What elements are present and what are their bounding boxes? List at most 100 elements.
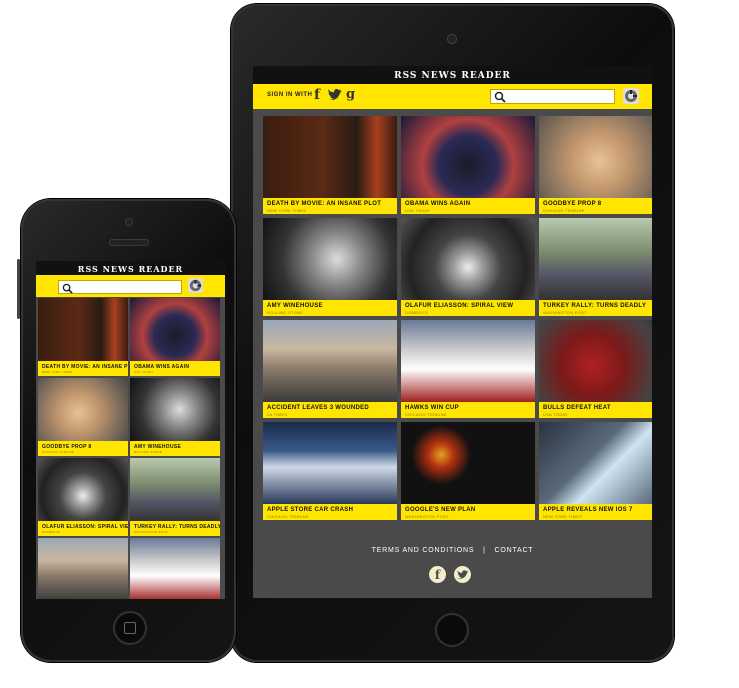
article-tile[interactable]: DEATH BY MOVIE: AN INSANE PLOTNEW YORK T… <box>38 298 128 376</box>
footer-separator: | <box>483 547 486 554</box>
article-image <box>38 298 128 361</box>
article-tile[interactable]: GOODBYE PROP 8 CHICAGO TRIBUNE <box>38 378 128 456</box>
article-tile[interactable]: OBAMA WINS AGAIN USA TODAY <box>401 116 535 214</box>
article-tile[interactable]: APPLE REVEALS NEW IOS 7 NEW YORK TIMES <box>539 422 652 520</box>
article-source: USA TODAY <box>134 370 154 374</box>
article-source: USA TODAY <box>543 412 569 417</box>
article-tile[interactable]: ACCIDENT LEAVES 3 WOUNDED LA TIMES <box>263 320 397 418</box>
article-source: CHICAGO TRIBUNE <box>267 514 309 519</box>
home-button[interactable] <box>113 611 147 645</box>
article-source: CHICAGO TRIBUNE <box>543 208 585 213</box>
phone-side-buttons <box>17 259 20 319</box>
article-title: BULLS DEFEAT HEAT <box>543 405 611 411</box>
article-tile[interactable]: TURKEY RALLY: TURNS DEADLY WASHINGTON POS… <box>539 218 652 316</box>
article-image <box>539 218 652 300</box>
article-image <box>401 422 535 504</box>
header-bar: SIGN IN WITH f g <box>253 84 652 109</box>
home-button-square <box>124 622 136 634</box>
footer-twitter-icon[interactable] <box>454 566 471 583</box>
article-source: USA TODAY <box>405 208 431 213</box>
article-source: ROLLING STONE <box>134 450 163 454</box>
article-title: HAWKS WIN CUP <box>405 405 459 411</box>
app-logo-icon[interactable] <box>188 278 203 293</box>
terms-link[interactable]: TERMS AND CONDITIONS <box>372 547 475 554</box>
article-image <box>38 538 128 599</box>
article-tile[interactable]: HAWKS WIN CUP CHICAGO TRIBUNE <box>401 320 535 418</box>
article-title: APPLE REVEALS NEW IOS 7 <box>543 507 633 513</box>
article-source: NEW YORK TIMES <box>543 514 583 519</box>
front-camera <box>447 34 457 44</box>
google-icon[interactable]: g <box>346 87 355 102</box>
article-tile[interactable]: GOODBYE PROP 8 CHICAGO TRIBUNE <box>539 116 652 214</box>
article-tile[interactable]: AMY WINEHOUSE ROLLING STONE <box>130 378 220 456</box>
article-title: TURKEY RALLY: TURNS DEADLY <box>543 303 647 309</box>
article-image <box>263 116 397 198</box>
article-tile[interactable]: APPLE STORE CAR CRASH CHICAGO TRIBUNE <box>263 422 397 520</box>
footer-links: TERMS AND CONDITIONS | CONTACT <box>253 547 652 554</box>
speaker-grille <box>109 239 149 246</box>
article-tile[interactable]: BULLS DEFEAT HEAT USA TODAY <box>539 320 652 418</box>
phone-device: RSS NEWS READER DEATH BY MOVIE: AN INSAN… <box>17 199 236 662</box>
header-bar <box>36 275 225 297</box>
search-input[interactable] <box>58 280 182 294</box>
article-title: AMY WINEHOUSE <box>267 303 323 309</box>
article-image <box>401 320 535 402</box>
article-tile[interactable]: DEATH BY MOVIE: AN INSANE PLOTNEW YORK T… <box>263 116 397 214</box>
phone-screen: RSS NEWS READER DEATH BY MOVIE: AN INSAN… <box>36 261 225 599</box>
article-source: CHICAGO TRIBUNE <box>42 450 75 454</box>
article-image <box>130 538 220 599</box>
article-title: APPLE STORE CAR CRASH <box>267 507 354 513</box>
article-source: NEW YORK TIMES <box>267 208 307 213</box>
article-source: ROLLING STONE <box>267 310 304 315</box>
article-tile[interactable]: OBAMA WINS AGAIN USA TODAY <box>130 298 220 376</box>
article-source: WASHINGTON POST <box>405 514 449 519</box>
article-image <box>401 218 535 300</box>
article-title: GOOGLE'S NEW PLAN <box>405 507 476 513</box>
article-tile[interactable] <box>130 538 220 599</box>
contact-link[interactable]: CONTACT <box>494 547 533 554</box>
article-title: GOODBYE PROP 8 <box>543 201 602 207</box>
article-image <box>263 218 397 300</box>
article-source: DOMBSITE <box>42 530 61 534</box>
article-tile[interactable]: GOOGLE'S NEW PLAN WASHINGTON POST <box>401 422 535 520</box>
article-tile[interactable]: TURKEY RALLY: TURNS DEADLY WASHINGTON POS… <box>130 458 220 536</box>
article-tile[interactable]: OLAFUR ELIASSON: SPIRAL VIEW DOMBSITE <box>401 218 535 316</box>
article-image <box>539 116 652 198</box>
article-grid: DEATH BY MOVIE: AN INSANE PLOTNEW YORK T… <box>38 298 223 599</box>
article-image <box>263 422 397 504</box>
article-tile[interactable] <box>38 538 128 599</box>
front-camera <box>125 218 133 226</box>
facebook-icon[interactable]: f <box>314 87 320 103</box>
app-title: RSS NEWS READER <box>253 66 652 84</box>
article-source: WASHINGTON POST <box>543 310 587 315</box>
article-tile[interactable]: AMY WINEHOUSE ROLLING STONE <box>263 218 397 316</box>
app-title: RSS NEWS READER <box>36 261 225 275</box>
article-title: OBAMA WINS AGAIN <box>405 201 471 207</box>
twitter-icon[interactable] <box>327 88 343 107</box>
app-logo-icon[interactable] <box>623 88 639 104</box>
home-button[interactable] <box>435 613 469 647</box>
article-source: WASHINGTON POST <box>134 530 169 534</box>
footer-facebook-icon[interactable]: f <box>429 566 446 583</box>
article-grid: DEATH BY MOVIE: AN INSANE PLOTNEW YORK T… <box>263 116 652 520</box>
article-image <box>401 116 535 198</box>
article-tile[interactable]: OLAFUR ELIASSON: SPIRAL VIEW DOMBSITE <box>38 458 128 536</box>
article-image <box>130 458 220 521</box>
article-image <box>539 422 652 504</box>
article-image <box>539 320 652 402</box>
tablet-screen: RSS NEWS READER SIGN IN WITH f g DEATH B… <box>253 66 652 598</box>
article-image <box>38 458 128 521</box>
article-title: ACCIDENT LEAVES 3 WOUNDED <box>267 405 370 411</box>
article-image <box>38 378 128 441</box>
article-image <box>130 378 220 441</box>
article-source: CHICAGO TRIBUNE <box>405 412 447 417</box>
article-title: OLAFUR ELIASSON: SPIRAL VIEW <box>405 303 514 309</box>
search-icon <box>62 281 73 299</box>
article-image <box>130 298 220 361</box>
article-source: LA TIMES <box>267 412 288 417</box>
tablet-device: RSS NEWS READER SIGN IN WITH f g DEATH B… <box>231 4 674 662</box>
article-source: NEW YORK TIMES <box>42 370 73 374</box>
search-input[interactable] <box>490 89 615 104</box>
sign-in-label: SIGN IN WITH <box>267 92 313 98</box>
article-source: DOMBSITE <box>405 310 429 315</box>
